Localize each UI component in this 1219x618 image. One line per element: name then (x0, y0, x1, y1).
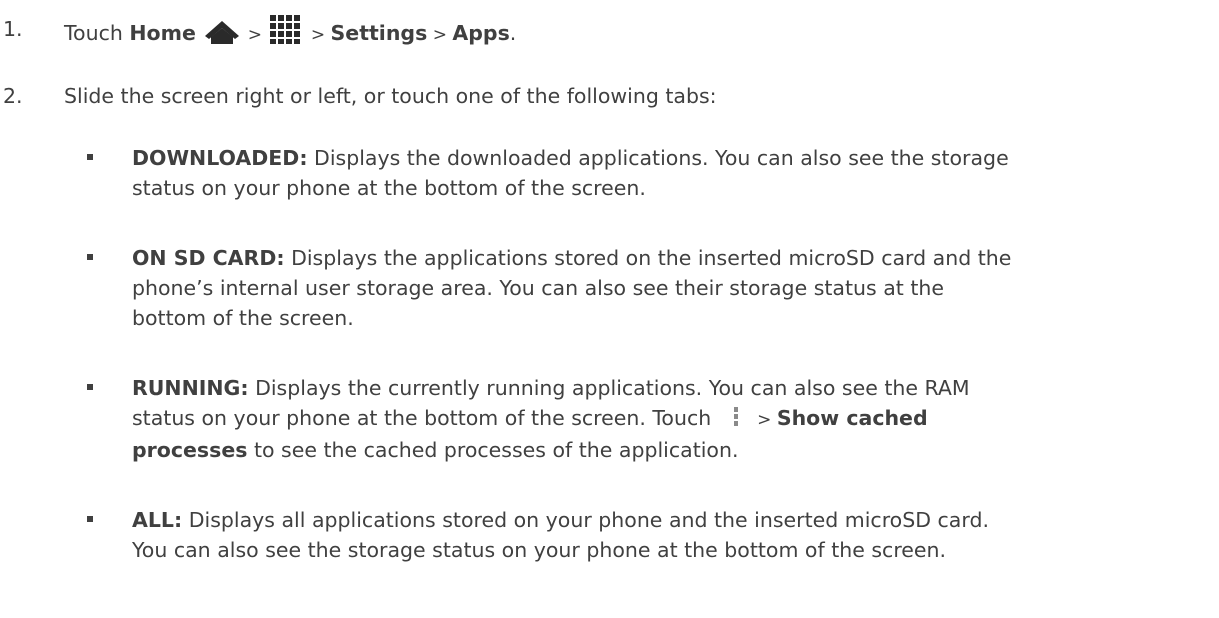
bullet-line: status on your phone at the bottom of th… (132, 176, 646, 200)
menu-overflow-icon (724, 406, 748, 428)
separator: > (751, 410, 777, 430)
bullet-text: DOWNLOADED: Displays the downloaded appl… (132, 143, 1212, 203)
bullet-line: ON SD CARD: Displays the applications st… (132, 243, 1212, 273)
step-text: Touch Home > > Settings > Apps. (64, 14, 516, 52)
apps-label: Apps (452, 21, 510, 45)
bullet-on-sd-card: ON SD CARD: Displays the applications st… (87, 243, 1187, 333)
bullet-marker (87, 254, 93, 260)
bullet-text: RUNNING: Displays the currently running … (132, 373, 1212, 465)
step-1: 1. Touch Home > > Settings > Apps. (0, 14, 516, 52)
bullet-all: ALL: Displays all applications stored on… (87, 505, 1187, 565)
processes-label: processes (132, 438, 248, 462)
bullet-term: DOWNLOADED: (132, 146, 308, 170)
home-icon (204, 20, 240, 52)
step-number: 2. (3, 84, 23, 108)
bullet-marker (87, 516, 93, 522)
bullet-term: ON SD CARD: (132, 246, 285, 270)
step-prefix: Touch (64, 21, 130, 45)
settings-label: Settings (330, 21, 428, 45)
step-number: 1. (3, 17, 23, 41)
show-cached-label: Show cached (776, 406, 928, 430)
separator: > (427, 25, 453, 45)
bullet-term: RUNNING: (132, 376, 249, 400)
bullet-line: processes to see the cached processes of… (132, 435, 1212, 465)
bullet-desc: Displays all applications stored on your… (182, 508, 989, 532)
bullet-line: status on your phone at the bottom of th… (132, 403, 1212, 435)
bullet-marker (87, 154, 93, 160)
home-label: Home (129, 21, 196, 45)
bullet-line: You can also see the storage status on y… (132, 538, 947, 562)
bullet-line: ALL: Displays all applications stored on… (132, 505, 1212, 535)
separator: > (242, 25, 268, 45)
bullet-desc: to see the cached processes of the appli… (247, 438, 739, 462)
bullet-line: RUNNING: Displays the currently running … (132, 373, 1212, 403)
bullet-desc: Displays the applications stored on the … (284, 246, 1012, 270)
bullet-desc: status on your phone at the bottom of th… (132, 406, 718, 430)
bullet-downloaded: DOWNLOADED: Displays the downloaded appl… (87, 143, 1187, 203)
bullet-line: bottom of the screen. (132, 306, 354, 330)
bullet-term: ALL: (132, 508, 183, 532)
app-grid-icon (269, 14, 303, 52)
bullet-line: DOWNLOADED: Displays the downloaded appl… (132, 143, 1212, 173)
bullet-desc: Displays the downloaded applications. Yo… (307, 146, 1009, 170)
bullet-text: ALL: Displays all applications stored on… (132, 505, 1212, 565)
step-suffix: . (509, 21, 517, 45)
step-2: 2. Slide the screen right or left, or to… (0, 81, 717, 111)
bullet-desc: Displays the currently running applicati… (248, 376, 970, 400)
bullet-marker (87, 384, 93, 390)
step-text: Slide the screen right or left, or touch… (64, 84, 717, 108)
bullet-running: RUNNING: Displays the currently running … (87, 373, 1187, 465)
bullet-text: ON SD CARD: Displays the applications st… (132, 243, 1212, 333)
bullet-line: phone’s internal user storage area. You … (132, 276, 944, 300)
separator: > (305, 25, 331, 45)
